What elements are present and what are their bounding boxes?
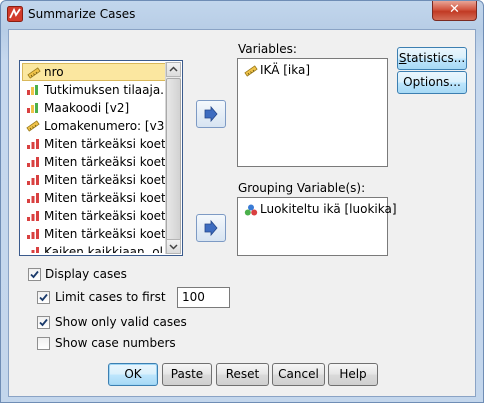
- source-list-items: nro Tutkimuksen tilaaja... Maakoodi [v2] Lo…: [22, 63, 166, 253]
- close-icon: ✕: [449, 2, 460, 17]
- help-button[interactable]: Help: [328, 363, 378, 386]
- variables-label: Variables:: [238, 42, 297, 56]
- variables-item[interactable]: IKÄ [ika]: [242, 63, 310, 77]
- ruler-scale-icon: [26, 120, 40, 132]
- limit-cases-label: Limit cases to first: [55, 290, 166, 304]
- display-cases-label: Display cases: [45, 267, 127, 281]
- source-list-item[interactable]: nro: [22, 63, 166, 81]
- nominal-bars-icon: [27, 85, 38, 95]
- ok-button-label: OK: [124, 367, 142, 381]
- source-list-item[interactable]: Miten tärkeäksi koett...: [22, 135, 166, 153]
- ordinal-bars-icon: [27, 175, 39, 185]
- move-to-grouping-button[interactable]: [196, 214, 226, 242]
- scroll-down-button[interactable]: [166, 239, 181, 254]
- scroll-thumb[interactable]: [166, 78, 181, 243]
- options-button[interactable]: Options...: [397, 71, 467, 94]
- source-list-item-label: nro: [44, 65, 64, 79]
- checkmark-icon: [30, 270, 39, 279]
- ok-button[interactable]: OK: [108, 363, 158, 386]
- source-list-item-label: Miten tärkeäksi koett...: [44, 173, 166, 187]
- source-list-item-label: Tutkimuksen tilaaja...: [44, 83, 166, 97]
- ordinal-bars-icon: [27, 229, 39, 239]
- cancel-button-label: Cancel: [278, 367, 319, 381]
- limit-cases-checkbox[interactable]: [37, 291, 50, 304]
- source-list-item-label: Miten tärkeäksi koett...: [44, 191, 166, 205]
- source-list-item[interactable]: Miten tärkeäksi koett...: [22, 225, 166, 243]
- title-bar[interactable]: Summarize Cases ✕: [1, 1, 483, 29]
- checkmark-icon: [39, 293, 48, 302]
- grouping-label: Grouping Variable(s):: [238, 181, 366, 195]
- checkmark-icon: [39, 318, 48, 327]
- show-case-numbers-label: Show case numbers: [55, 336, 176, 350]
- source-variable-list[interactable]: nro Tutkimuksen tilaaja... Maakoodi [v2] Lo…: [19, 60, 183, 256]
- limit-cases-input[interactable]: 100: [177, 287, 230, 308]
- paste-button[interactable]: Paste: [162, 363, 212, 386]
- ordinal-bars-icon: [27, 211, 39, 221]
- close-button[interactable]: ✕: [432, 1, 477, 21]
- source-list-item[interactable]: Miten tärkeäksi koett...: [22, 171, 166, 189]
- variables-item-label: IKÄ [ika]: [260, 63, 311, 77]
- summarize-cases-dialog: Summarize Cases ✕ nro Tutkimuksen tilaaja…: [0, 0, 484, 403]
- grouping-item-label: Luokiteltu ikä [luokika]: [260, 202, 397, 216]
- source-list-item-label: Miten tärkeäksi koett...: [44, 137, 166, 151]
- source-list-item-label: Lomakenumero: [v3]: [44, 119, 166, 133]
- show-valid-label: Show only valid cases: [55, 315, 187, 329]
- chevron-up-icon: [169, 66, 178, 72]
- source-list-item[interactable]: Miten tärkeäksi koett...: [22, 207, 166, 225]
- help-button-label: Help: [339, 367, 367, 381]
- ordinal-bars-icon: [31, 247, 39, 253]
- arrow-right-icon: [204, 105, 218, 123]
- statistics-button-label: tatistics...: [406, 51, 466, 65]
- source-list-item-label: Maakoodi [v2]: [44, 101, 130, 115]
- chevron-down-icon: [169, 244, 178, 250]
- show-case-numbers-checkbox[interactable]: [37, 337, 50, 350]
- reset-button[interactable]: Reset: [216, 363, 269, 386]
- source-list-item[interactable]: Kaiken kaikkiaan, ol...: [22, 243, 166, 253]
- source-list-item-label: Miten tärkeäksi koett...: [44, 155, 166, 169]
- source-list-item-label: Miten tärkeäksi koett...: [44, 209, 166, 223]
- ordinal-bars-icon: [27, 139, 39, 149]
- source-list-item[interactable]: Miten tärkeäksi koett...: [22, 153, 166, 171]
- ruler-scale-icon: [27, 67, 41, 79]
- reset-button-label: Reset: [225, 367, 260, 381]
- grouping-item[interactable]: Luokiteltu ikä [luokika]: [242, 202, 397, 216]
- source-list-scrollbar[interactable]: [165, 62, 181, 254]
- source-list-item[interactable]: Lomakenumero: [v3]: [22, 117, 166, 135]
- ordinal-bars-icon: [27, 193, 39, 203]
- statistics-button[interactable]: Statistics...: [397, 47, 467, 70]
- window-title: Summarize Cases: [28, 7, 136, 21]
- scroll-up-button[interactable]: [166, 62, 181, 77]
- nominal-circles-icon: [244, 204, 258, 216]
- source-list-item-label: Miten tärkeäksi koett...: [44, 227, 166, 241]
- source-list-item[interactable]: Tutkimuksen tilaaja...: [22, 81, 166, 99]
- arrow-right-icon: [204, 219, 218, 237]
- variables-target-list[interactable]: IKÄ [ika]: [237, 58, 388, 167]
- options-button-label: Options...: [403, 75, 461, 89]
- show-valid-checkbox[interactable]: [37, 316, 50, 329]
- paste-button-label: Paste: [170, 367, 204, 381]
- move-to-variables-button[interactable]: [196, 100, 226, 128]
- source-list-item[interactable]: Maakoodi [v2]: [22, 99, 166, 117]
- source-list-item-label: Kaiken kaikkiaan, ol...: [44, 245, 166, 253]
- ordinal-bars-icon: [27, 157, 39, 167]
- source-list-item[interactable]: Miten tärkeäksi koett...: [22, 189, 166, 207]
- nominal-bars-icon: [27, 103, 38, 113]
- cancel-button[interactable]: Cancel: [272, 363, 325, 386]
- spss-app-icon: [7, 6, 23, 22]
- ruler-scale-icon: [244, 65, 258, 77]
- display-cases-checkbox[interactable]: [28, 268, 41, 281]
- grouping-target-list[interactable]: Luokiteltu ikä [luokika]: [237, 197, 397, 256]
